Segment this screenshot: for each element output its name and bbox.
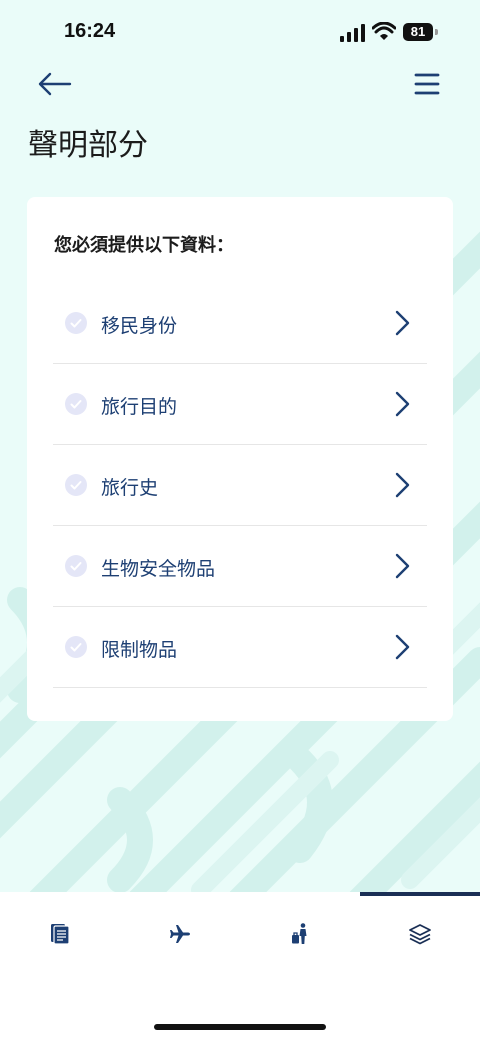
list-item-travel-purpose[interactable]: 旅行目的 — [53, 364, 427, 445]
list-item-travel-history[interactable]: 旅行史 — [53, 445, 427, 526]
list-item-biosecurity[interactable]: 生物安全物品 — [53, 526, 427, 607]
traveler-luggage-icon — [292, 923, 307, 944]
battery-icon: 81 — [403, 23, 439, 41]
list-item-label: 限制物品 — [101, 639, 178, 661]
wifi-icon — [372, 22, 396, 40]
tab-traveler[interactable] — [240, 902, 360, 972]
list-item-immigration-status[interactable]: 移民身份 — [53, 283, 427, 364]
layers-icon — [409, 924, 431, 945]
tab-documents[interactable] — [0, 902, 120, 972]
list-item-restricted-items[interactable]: 限制物品 — [53, 607, 427, 688]
list-item-label: 旅行目的 — [101, 396, 178, 418]
list-item-label: 旅行史 — [101, 477, 159, 499]
tab-flight[interactable] — [120, 902, 240, 972]
home-indicator — [154, 1024, 326, 1030]
chevron-right-icon — [395, 391, 410, 417]
menu-button[interactable] — [408, 66, 446, 102]
declaration-list: 移民身份 旅行目的 旅行史 生物安全物品 限制物品 — [53, 283, 427, 688]
status-bar: 16:24 81 — [0, 0, 480, 64]
card-heading: 您必須提供以下資料： — [54, 235, 234, 256]
chevron-right-icon — [395, 634, 410, 660]
arrow-left-icon — [38, 72, 72, 96]
list-item-label: 生物安全物品 — [101, 558, 216, 580]
back-button[interactable] — [34, 66, 74, 102]
airplane-icon — [170, 925, 190, 943]
status-time: 16:24 — [64, 20, 116, 42]
tab-selected-indicator — [360, 892, 480, 896]
cellular-signal-icon — [340, 24, 365, 42]
check-circle-icon — [65, 393, 87, 415]
declaration-card: 您必須提供以下資料： 移民身份 旅行目的 旅行史 生物安全物品 限制物品 — [27, 197, 453, 721]
chevron-right-icon — [395, 472, 410, 498]
check-circle-icon — [65, 636, 87, 658]
check-circle-icon — [65, 474, 87, 496]
hamburger-menu-icon — [414, 73, 440, 95]
list-item-label: 移民身份 — [101, 315, 178, 337]
check-circle-icon — [65, 555, 87, 577]
battery-level: 81 — [403, 23, 433, 41]
chevron-right-icon — [395, 553, 410, 579]
tab-declaration[interactable] — [360, 902, 480, 972]
document-icon — [51, 924, 70, 945]
bottom-tab-bar — [0, 892, 480, 1040]
check-circle-icon — [65, 312, 87, 334]
page-title: 聲明部分 — [28, 128, 148, 163]
chevron-right-icon — [395, 310, 410, 336]
